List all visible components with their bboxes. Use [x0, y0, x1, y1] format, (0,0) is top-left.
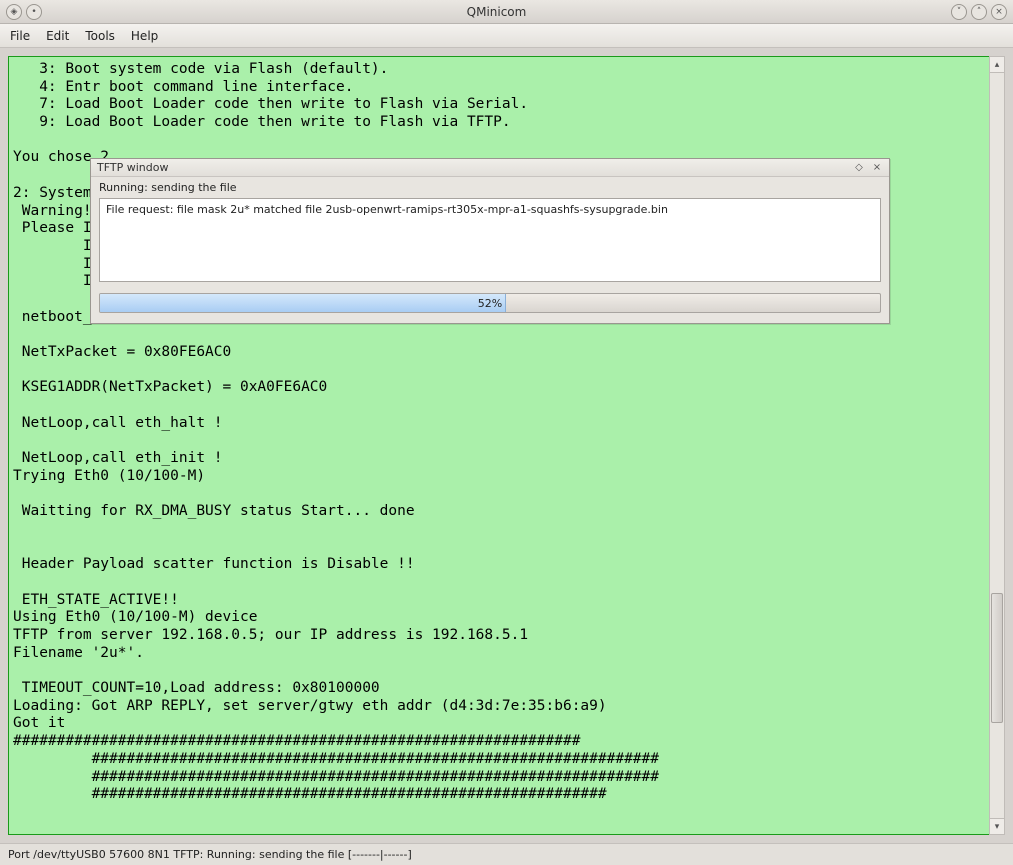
- close-button[interactable]: ×: [991, 4, 1007, 20]
- scroll-track[interactable]: [990, 73, 1004, 818]
- menu-edit[interactable]: Edit: [46, 29, 69, 43]
- menubar: File Edit Tools Help: [0, 24, 1013, 48]
- progress-label: 52%: [100, 294, 880, 312]
- dialog-log[interactable]: [99, 198, 881, 282]
- window-titlebar: ◈ • QMinicom ˅ ˄ ×: [0, 0, 1013, 24]
- scroll-down-icon[interactable]: ▾: [990, 818, 1004, 834]
- dialog-titlebar[interactable]: TFTP window ◇ ×: [91, 159, 889, 177]
- scroll-up-icon[interactable]: ▴: [990, 57, 1004, 73]
- menu-tools[interactable]: Tools: [85, 29, 115, 43]
- minimize-button[interactable]: ˅: [951, 4, 967, 20]
- statusbar: Port /dev/ttyUSB0 57600 8N1 TFTP: Runnin…: [0, 843, 1013, 865]
- dialog-close-icon[interactable]: ×: [871, 162, 883, 174]
- window-pin-icon[interactable]: •: [26, 4, 42, 20]
- tftp-dialog: TFTP window ◇ × Running: sending the fil…: [90, 158, 890, 324]
- status-text: Port /dev/ttyUSB0 57600 8N1 TFTP: Runnin…: [8, 848, 412, 861]
- dialog-shade-icon[interactable]: ◇: [853, 162, 865, 174]
- maximize-button[interactable]: ˄: [971, 4, 987, 20]
- menu-file[interactable]: File: [10, 29, 30, 43]
- menu-help[interactable]: Help: [131, 29, 158, 43]
- terminal-area: 3: Boot system code via Flash (default).…: [0, 48, 1013, 843]
- window-title: QMinicom: [42, 5, 951, 19]
- window-menu-icon[interactable]: ◈: [6, 4, 22, 20]
- scroll-thumb[interactable]: [991, 593, 1003, 723]
- dialog-status: Running: sending the file: [99, 181, 881, 194]
- dialog-title: TFTP window: [97, 161, 168, 174]
- progress-bar: 52%: [99, 293, 881, 313]
- terminal-scrollbar[interactable]: ▴ ▾: [989, 56, 1005, 835]
